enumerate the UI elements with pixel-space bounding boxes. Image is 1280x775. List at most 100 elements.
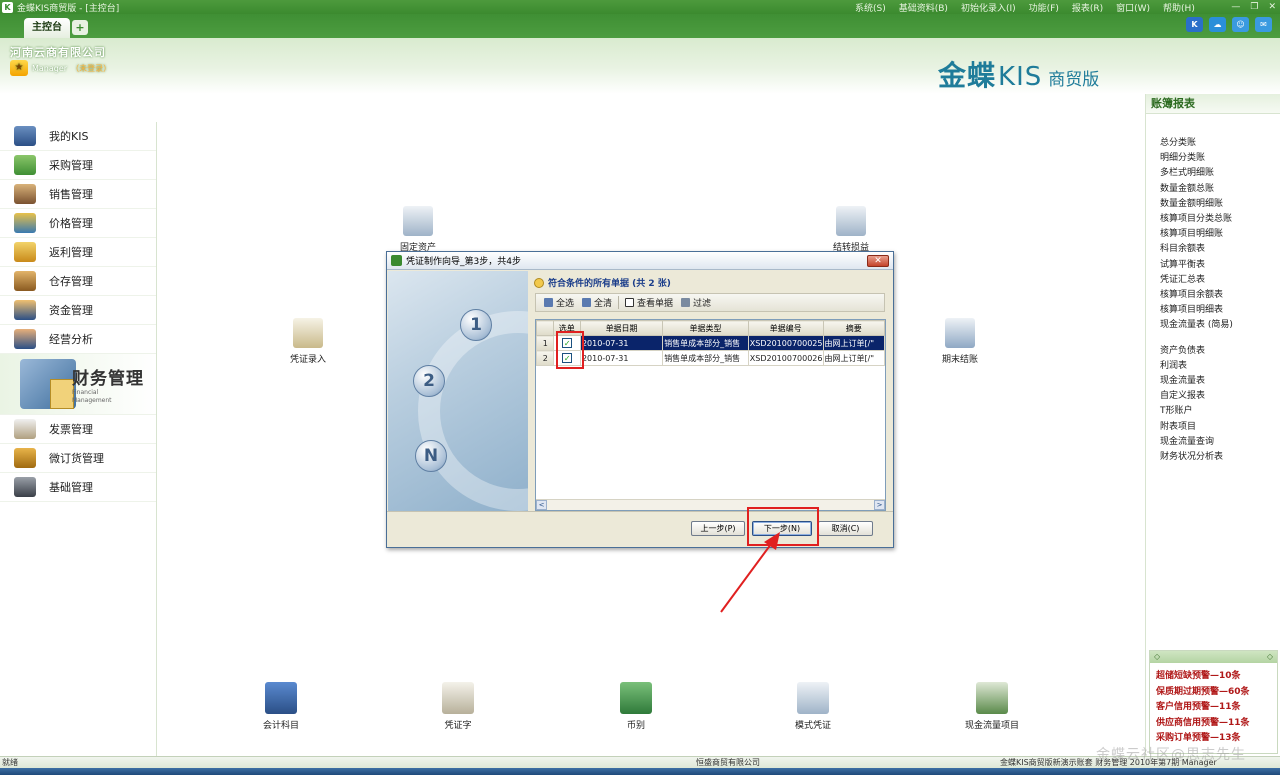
invoice-icon xyxy=(14,419,36,439)
menu-init-entry[interactable]: 初始化录入(I) xyxy=(961,1,1016,14)
box-icon xyxy=(14,448,36,468)
fixed-assets-item[interactable]: 固定资产 xyxy=(383,206,453,253)
currency-item[interactable]: 币别 xyxy=(601,682,671,731)
nav-rebate[interactable]: 返利管理 xyxy=(0,238,156,267)
template-voucher-item[interactable]: 模式凭证 xyxy=(778,682,848,731)
scroll-left-icon[interactable]: < xyxy=(536,500,547,510)
voucher-wizard-dialog: 凭证制作向导_第3步，共4步 ✕ 1 2 N 符合条件的所有单据 (共 2 张)… xyxy=(386,251,894,548)
add-tab-icon[interactable]: + xyxy=(72,20,88,35)
scroll-right-icon[interactable]: > xyxy=(874,500,885,510)
kis-service-icon[interactable]: K xyxy=(1186,17,1203,32)
table-row[interactable]: 2 ✓ 2010-07-31 销售单成本部分_销售 XSD20100700026… xyxy=(536,350,885,366)
ledger-report-link[interactable]: 核算项目余额表 xyxy=(1160,288,1280,303)
menu-basic-data[interactable]: 基础资料(B) xyxy=(899,1,948,14)
col-type[interactable]: 单据类型 xyxy=(662,320,749,336)
restore-icon[interactable]: ❐ xyxy=(1250,2,1258,12)
status-bar: 就绪 恒盛商贸有限公司 金蝶KIS商贸版新演示账套 财务管理 2010年第7期 … xyxy=(0,756,1280,768)
ledger-report-link[interactable]: 凭证汇总表 xyxy=(1160,273,1280,288)
period-close-icon xyxy=(945,318,975,348)
ledger-report-link[interactable]: 数量金额明细账 xyxy=(1160,197,1280,212)
menu-help[interactable]: 帮助(H) xyxy=(1163,1,1195,14)
table-header-row: 选单 单据日期 单据类型 单据编号 摘要 xyxy=(536,320,885,336)
nav-warehouse[interactable]: 仓存管理 xyxy=(0,267,156,296)
table-row[interactable]: 1 ✓ 2010-07-31 销售单成本部分_销售 XSD20100700025… xyxy=(536,335,885,351)
filter-button[interactable]: 过滤 xyxy=(679,296,713,309)
ledger-report-link[interactable]: 总分类账 xyxy=(1160,136,1280,151)
select-all-button[interactable]: 全选 xyxy=(542,296,576,309)
financial-report-link[interactable]: T形账户 xyxy=(1160,404,1280,419)
warning-item[interactable]: 客户信用预警—11条 xyxy=(1156,700,1277,716)
clear-all-button[interactable]: 全清 xyxy=(580,296,614,309)
cash-flow-icon xyxy=(976,682,1008,714)
menu-function[interactable]: 功能(F) xyxy=(1029,1,1059,14)
ledger-report-link[interactable]: 科目余额表 xyxy=(1160,242,1280,257)
wizard-side-graphic: 1 2 N xyxy=(388,271,528,511)
voucher-entry-item[interactable]: 凭证录入 xyxy=(273,318,343,365)
col-date[interactable]: 单据日期 xyxy=(579,320,664,336)
analysis-icon xyxy=(14,329,36,349)
col-summary[interactable]: 摘要 xyxy=(822,320,885,336)
nav-basic-management[interactable]: 基础管理 xyxy=(0,473,156,502)
ledger-report-link[interactable]: 试算平衡表 xyxy=(1160,258,1280,273)
os-taskbar xyxy=(0,768,1280,775)
nav-micro-order[interactable]: 微订货管理 xyxy=(0,444,156,473)
cancel-button[interactable]: 取消(C) xyxy=(818,521,873,536)
period-close-item[interactable]: 期末结账 xyxy=(925,318,995,365)
menu-system[interactable]: 系统(S) xyxy=(855,1,886,14)
col-code[interactable]: 单据编号 xyxy=(747,320,824,336)
dialog-close-button[interactable]: ✕ xyxy=(867,255,889,267)
nav-funds[interactable]: 资金管理 xyxy=(0,296,156,325)
financial-report-link[interactable]: 资产负债表 xyxy=(1160,344,1280,359)
window-controls: — ❐ ✕ xyxy=(1231,0,1276,14)
close-window-icon[interactable]: ✕ xyxy=(1268,2,1276,12)
financial-report-link[interactable]: 附表项目 xyxy=(1160,420,1280,435)
ledger-report-link[interactable]: 核算项目明细账 xyxy=(1160,227,1280,242)
menu-window[interactable]: 窗口(W) xyxy=(1116,1,1150,14)
financial-report-link[interactable]: 利润表 xyxy=(1160,359,1280,374)
smiley-icon[interactable]: ☺ xyxy=(1232,17,1249,32)
nav-sales[interactable]: 销售管理 xyxy=(0,180,156,209)
horizontal-scrollbar[interactable]: < > xyxy=(536,499,885,510)
voucher-entry-icon xyxy=(293,318,323,348)
message-icon[interactable]: ✉ xyxy=(1255,17,1272,32)
accounts-icon xyxy=(265,682,297,714)
nav-invoice[interactable]: 发票管理 xyxy=(0,415,156,444)
rebate-icon xyxy=(14,242,36,262)
cloud-icon[interactable]: ☁ xyxy=(1209,17,1226,32)
nav-my-kis[interactable]: 我的KIS xyxy=(0,122,156,151)
voucher-word-item[interactable]: 凭证字 xyxy=(423,682,493,731)
template-voucher-icon xyxy=(797,682,829,714)
warning-item[interactable]: 供应商信用预警—11条 xyxy=(1156,716,1277,732)
nav-financial-management[interactable]: 财务管理 Financial Management xyxy=(0,354,156,415)
clear-all-icon xyxy=(582,298,592,307)
watermark: 金蝶云社区@思志先生 xyxy=(1096,747,1246,763)
financial-report-link[interactable]: 自定义报表 xyxy=(1160,389,1280,404)
ledger-report-link[interactable]: 核算项目明细表 xyxy=(1160,303,1280,318)
nav-price[interactable]: 价格管理 xyxy=(0,209,156,238)
tab-main-console[interactable]: 主控台 xyxy=(24,18,70,38)
carry-forward-item[interactable]: 结转损益 xyxy=(816,206,886,253)
menu-report[interactable]: 报表(R) xyxy=(1072,1,1103,14)
ledger-report-link[interactable]: 多栏式明细账 xyxy=(1160,166,1280,181)
warning-next-icon[interactable]: ◇ xyxy=(1267,651,1273,663)
ledger-list: 总分类账 明细分类账 多栏式明细账 数量金额总账 数量金额明细账 核算项目分类总账 核算项目… xyxy=(1146,114,1280,334)
ledger-report-link[interactable]: 明细分类账 xyxy=(1160,151,1280,166)
minimize-icon[interactable]: — xyxy=(1231,2,1240,12)
financial-report-link[interactable]: 现金流量表 xyxy=(1160,374,1280,389)
accounts-item[interactable]: 会计科目 xyxy=(246,682,316,731)
cash-flow-item[interactable]: 现金流量项目 xyxy=(956,682,1028,731)
nav-purchase[interactable]: 采购管理 xyxy=(0,151,156,180)
warning-prev-icon[interactable]: ◇ xyxy=(1154,651,1160,663)
ledger-report-link[interactable]: 数量金额总账 xyxy=(1160,182,1280,197)
ledger-report-link[interactable]: 核算项目分类总账 xyxy=(1160,212,1280,227)
warning-item[interactable]: 超储短缺预警—10条 xyxy=(1156,669,1277,685)
ledger-report-link[interactable]: 现金流量表 (简易) xyxy=(1160,318,1280,333)
user-icon: ★ xyxy=(10,60,28,76)
view-document-button[interactable]: 查看单据 xyxy=(623,296,675,309)
financial-report-link[interactable]: 现金流量查询 xyxy=(1160,435,1280,450)
financial-report-link[interactable]: 财务状况分析表 xyxy=(1160,450,1280,465)
warning-item[interactable]: 保质期过期预警—60条 xyxy=(1156,685,1277,701)
nav-analysis[interactable]: 经营分析 xyxy=(0,325,156,354)
select-all-icon xyxy=(544,298,553,307)
step-n-badge: N xyxy=(415,440,447,472)
